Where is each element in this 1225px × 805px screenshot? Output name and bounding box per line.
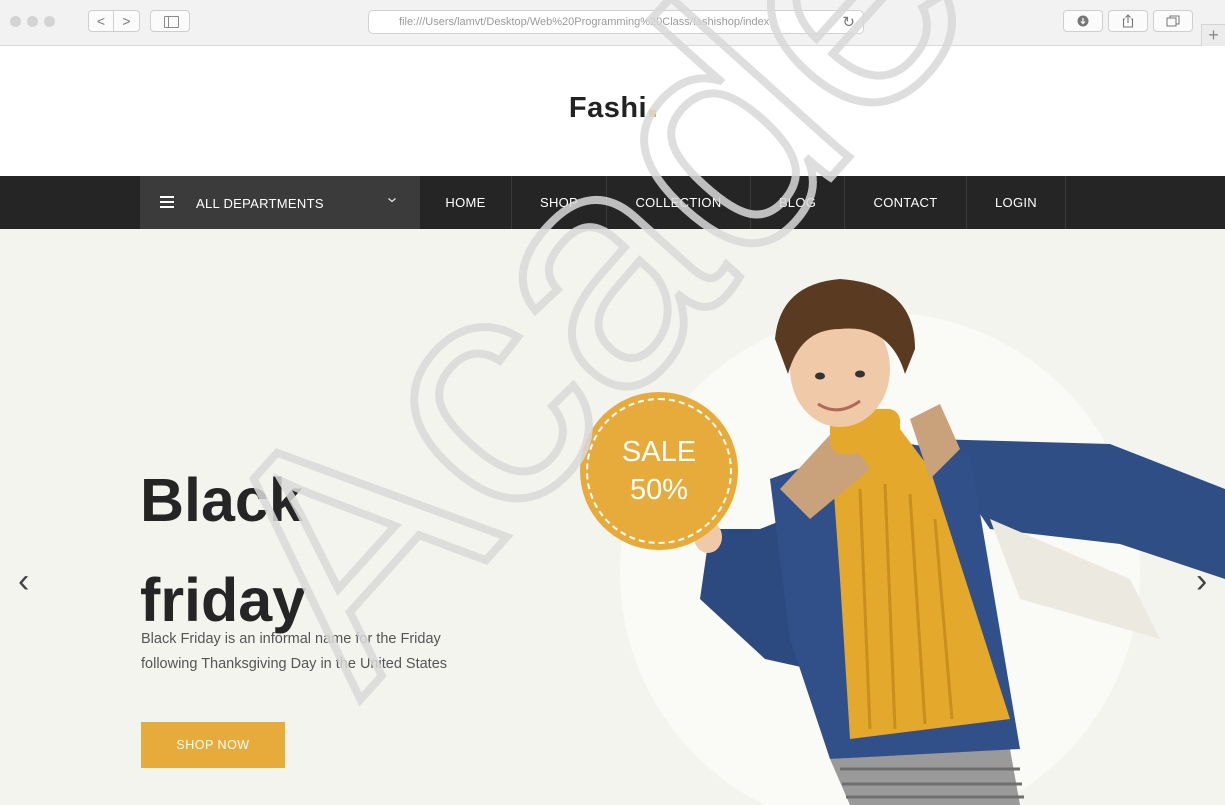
- hero-title-line1: Black: [140, 466, 303, 534]
- hero-title: Black friday: [140, 450, 306, 650]
- main-navigation: ALL DEPARTMENTS HOME SHOP COLLECTION BLO…: [0, 176, 1225, 229]
- logo-text: Fashi: [568, 92, 648, 124]
- nav-item-blog[interactable]: BLOG: [751, 176, 845, 229]
- hero-description-line2: following Thanksgiving Day in the United…: [141, 656, 448, 672]
- new-tab-button[interactable]: +: [1201, 24, 1225, 46]
- departments-label: ALL DEPARTMENTS: [196, 196, 324, 211]
- chevron-down-icon: [387, 193, 397, 207]
- tabs-overview-button[interactable]: [1153, 10, 1193, 32]
- hamburger-icon: [160, 196, 174, 208]
- maximize-window-icon[interactable]: [44, 16, 55, 27]
- close-window-icon[interactable]: [10, 16, 21, 27]
- share-button[interactable]: [1108, 10, 1148, 32]
- nav-item-collection[interactable]: COLLECTION: [607, 176, 751, 229]
- sale-badge: SALE 50%: [580, 392, 738, 550]
- shop-now-button[interactable]: SHOP NOW: [141, 722, 285, 768]
- nav-menu: HOME SHOP COLLECTION BLOG CONTACT LOGIN: [420, 176, 1066, 229]
- history-buttons: < >: [88, 10, 140, 32]
- address-bar[interactable]: file:///Users/lamvt/Desktop/Web%20Progra…: [368, 10, 864, 34]
- nav-item-shop[interactable]: SHOP: [512, 176, 607, 229]
- url-text: file:///Users/lamvt/Desktop/Web%20Progra…: [399, 16, 770, 28]
- sidebar-toggle-button[interactable]: [150, 10, 190, 32]
- logo-dot-icon: [649, 110, 657, 117]
- share-icon: [1122, 14, 1134, 28]
- hero-description-line1: Black Friday is an informal name for the…: [141, 631, 441, 647]
- all-departments-dropdown[interactable]: ALL DEPARTMENTS: [140, 176, 420, 229]
- tabs-icon: [1166, 15, 1180, 27]
- hero-description: Black Friday is an informal name for the…: [141, 627, 521, 677]
- sale-badge-percent: 50%: [629, 474, 689, 506]
- nav-item-home[interactable]: HOME: [420, 176, 512, 229]
- prev-slide-arrow-icon[interactable]: ‹: [18, 562, 29, 601]
- hero-banner: Black friday Black Friday is an informal…: [0, 229, 1225, 805]
- browser-toolbar: < > file:///Users/lamvt/Desktop/Web%20Pr…: [0, 0, 1225, 46]
- download-icon: [1077, 15, 1089, 27]
- reload-icon[interactable]: ↻: [842, 13, 855, 31]
- window-controls: [10, 16, 55, 27]
- nav-item-contact[interactable]: CONTACT: [845, 176, 967, 229]
- forward-button[interactable]: >: [114, 10, 140, 32]
- hero-model-image: [694, 279, 1225, 805]
- minimize-window-icon[interactable]: [27, 16, 38, 27]
- back-button[interactable]: <: [88, 10, 114, 32]
- downloads-button[interactable]: [1063, 10, 1103, 32]
- sale-badge-text: SALE: [621, 436, 697, 468]
- site-logo[interactable]: Fashi: [0, 92, 1225, 125]
- nav-item-login[interactable]: LOGIN: [967, 176, 1066, 229]
